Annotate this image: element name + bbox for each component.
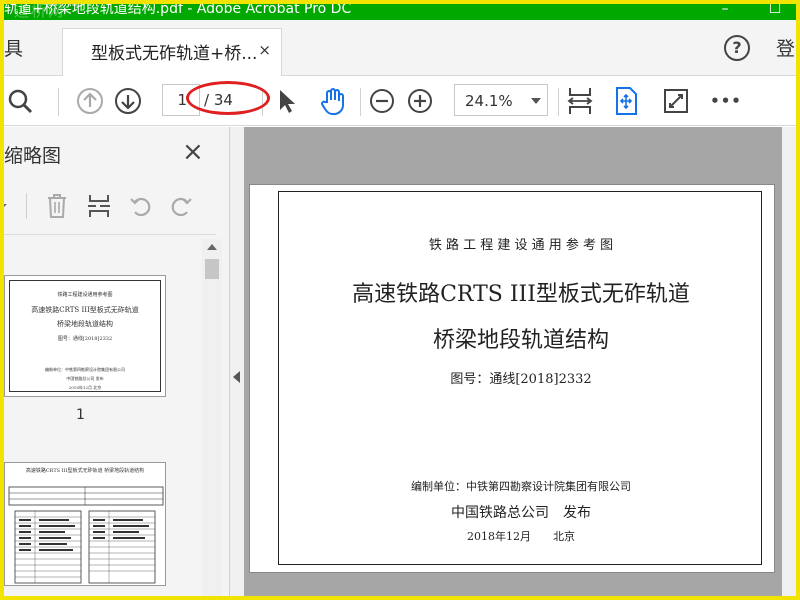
toolbar: / 34 24.1% ••• — [4, 76, 796, 126]
hand-tool-icon[interactable] — [317, 85, 349, 117]
tab-document[interactable]: 型板式无砟轨道+桥... × — [62, 28, 282, 76]
thumbnail-frame: 铁路工程建设通用参考图 高速铁路CRTS III型板式无砟轨道 桥梁地段轨道结构… — [9, 280, 161, 392]
annotation-ellipse — [186, 81, 270, 115]
thumb-text: 高速铁路CRTS III型板式无砟轨道 — [31, 306, 139, 314]
window-controls: – ☐ — [700, 0, 800, 20]
next-page-icon[interactable] — [112, 85, 144, 117]
select-cursor-icon[interactable] — [270, 85, 302, 117]
more-tools-icon[interactable]: ••• — [710, 85, 742, 117]
zoom-in-icon[interactable] — [404, 85, 436, 117]
full-screen-icon[interactable] — [660, 85, 692, 117]
tab-bar: 具 型板式无砟轨道+桥... × ? 登 — [4, 20, 796, 76]
panel-splitter[interactable] — [230, 127, 244, 596]
chevron-down-icon — [531, 98, 541, 104]
login-button[interactable]: 登 — [776, 34, 795, 61]
zoom-out-icon[interactable] — [366, 85, 398, 117]
page-border: 铁 路 工 程 建 设 通 用 参 考 图 高速铁路CRTS III型板式无砟轨… — [278, 191, 762, 565]
thumbnails-panel: 缩略图 × 铁路工程建设通用参考图 高速铁路CRTS III型板式无砟轨道 桥梁… — [0, 127, 230, 596]
scrollbar-thumb[interactable] — [205, 259, 219, 279]
fit-page-icon[interactable] — [610, 85, 642, 117]
thumbnail-table-graphic — [8, 486, 164, 584]
tab-close-icon[interactable]: × — [258, 41, 271, 59]
search-icon[interactable] — [4, 85, 36, 117]
scroll-up-icon[interactable] — [207, 244, 217, 250]
document-scrollbar[interactable] — [782, 127, 796, 596]
tab-tools[interactable]: 具 — [4, 34, 23, 61]
insert-page-icon[interactable] — [84, 191, 114, 221]
watermark-logo: 道桥网 — [14, 2, 66, 20]
thumb-text: 中国铁路总公司 发布 — [66, 376, 104, 381]
zoom-value: 24.1% — [465, 92, 513, 110]
collapse-panel-icon[interactable] — [233, 371, 240, 383]
rotate-left-icon[interactable] — [126, 191, 156, 221]
doc-publisher: 中国铁路总公司 发布 — [451, 505, 591, 521]
rotate-right-icon[interactable] — [166, 191, 196, 221]
minimize-button[interactable]: – — [700, 0, 750, 20]
doc-editor: 编制单位：中铁第四勘察设计院集团有限公司 — [411, 480, 631, 493]
delete-page-icon[interactable] — [42, 191, 72, 221]
thumbnail-page-number: 1 — [76, 407, 85, 423]
title-bar: 轨道+桥梁地段轨道结构.pdf - Adobe Acrobat Pro DC 道… — [0, 0, 800, 20]
thumbnail-scrollbar[interactable] — [202, 239, 222, 596]
doc-drawing-number: 图号：通线[2018]2332 — [450, 372, 592, 387]
panel-title: 缩略图 — [4, 145, 62, 167]
thumbnail-page-1[interactable]: 铁路工程建设通用参考图 高速铁路CRTS III型板式无砟轨道 桥梁地段轨道结构… — [4, 275, 166, 397]
tab-document-label: 型板式无砟轨道+桥... — [91, 44, 258, 64]
toolbar-separator — [558, 88, 559, 116]
fit-width-icon[interactable] — [564, 85, 596, 117]
panel-close-icon[interactable]: × — [182, 137, 204, 167]
doc-title-line-2: 桥梁地段轨道结构 — [432, 328, 609, 353]
help-icon[interactable]: ? — [724, 35, 750, 61]
toolbar-separator — [26, 193, 27, 219]
thumb-text: 图号：通线[2018]2332 — [57, 336, 113, 342]
pdf-page[interactable]: 铁 路 工 程 建 设 通 用 参 考 图 高速铁路CRTS III型板式无砟轨… — [249, 184, 775, 573]
thumbnail-page-2[interactable]: 高速铁路CRTS III型板式无砟轨道 桥梁地段轨道结构 — [4, 462, 166, 586]
previous-page-icon[interactable] — [74, 85, 106, 117]
doc-header: 铁 路 工 程 建 设 通 用 参 考 图 — [428, 238, 614, 253]
doc-date: 2018年12月 北京 — [467, 530, 575, 543]
doc-title-line-1: 高速铁路CRTS III型板式无砟轨道 — [352, 282, 690, 307]
thumb-text: 高速铁路CRTS III型板式无砟轨道 桥梁地段轨道结构 — [25, 468, 145, 474]
thumb-text: 桥梁地段轨道结构 — [57, 320, 113, 328]
thumb-text: 编制单位：中铁第四勘察设计院集团有限公司 — [45, 367, 125, 372]
options-chevron-icon[interactable] — [0, 191, 10, 221]
thumb-text: 铁路工程建设通用参考图 — [57, 292, 113, 298]
thumb-text: 2018年12月 北京 — [68, 385, 102, 390]
toolbar-separator — [58, 88, 59, 116]
panel-toolbar — [0, 179, 216, 235]
document-view[interactable]: 铁 路 工 程 建 设 通 用 参 考 图 高速铁路CRTS III型板式无砟轨… — [244, 127, 796, 596]
zoom-select[interactable]: 24.1% — [454, 84, 548, 116]
maximize-button[interactable]: ☐ — [750, 0, 800, 20]
toolbar-separator — [360, 88, 361, 116]
